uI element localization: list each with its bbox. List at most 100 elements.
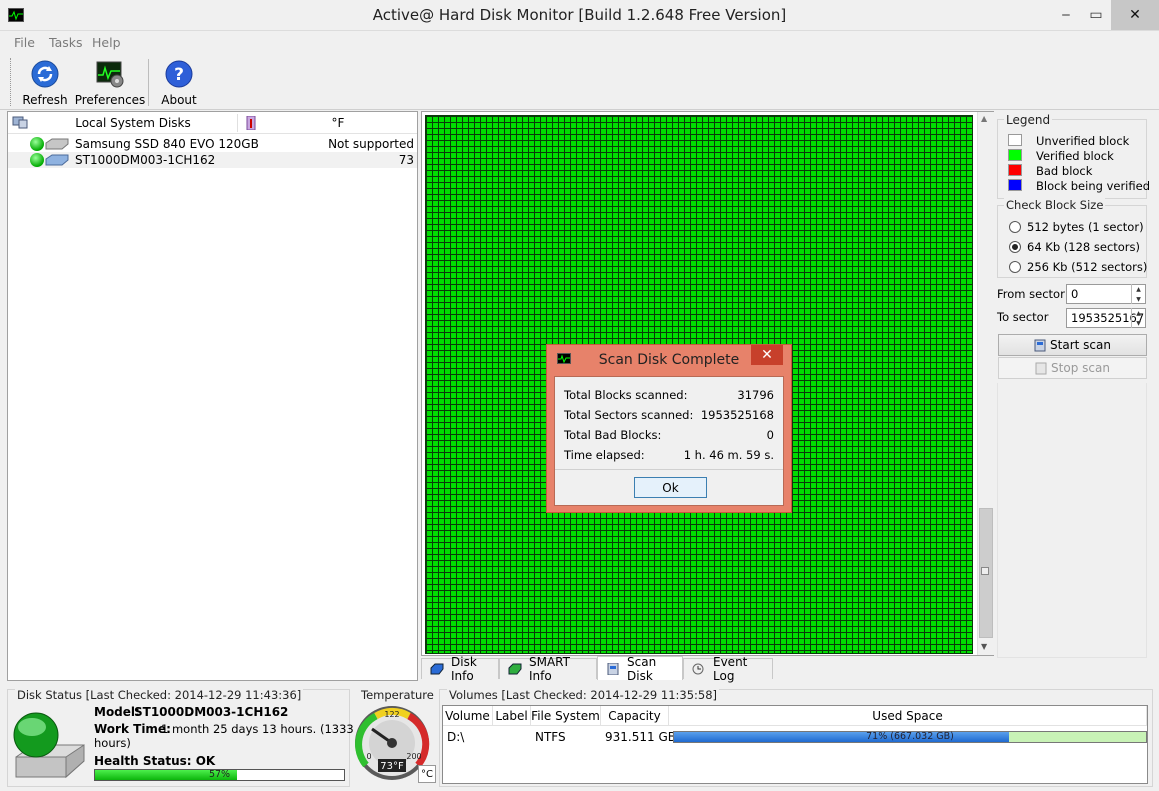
maximize-button[interactable]: ▭ [1081, 0, 1111, 30]
tab-smart-info[interactable]: SMART Info [499, 655, 597, 683]
toolbar: Refresh Preferences ? About [0, 53, 1159, 110]
tab-disk-info[interactable]: Disk Info [421, 655, 499, 683]
scan-options-panel: Legend Unverified block Verified block B… [995, 111, 1151, 658]
health-status: Health Status: OK [94, 754, 216, 768]
block-size-radio-64k[interactable] [1009, 241, 1021, 253]
legend-label: Bad block [1036, 164, 1093, 178]
col-capacity[interactable]: Capacity [601, 706, 669, 726]
temperature-title: Temperature [359, 688, 436, 702]
from-sector-label: From sector [997, 287, 1065, 301]
toolbar-separator [148, 59, 149, 106]
toolbar-grip [10, 58, 13, 106]
disk-row-selected[interactable]: ST1000DM003-1CH162 73 [8, 152, 417, 168]
stop-scan-icon [1035, 362, 1047, 375]
gauge-top-label: 122 [384, 710, 399, 719]
close-button[interactable]: ✕ [1111, 0, 1159, 30]
disk-list-header: Local System Disks °F [8, 112, 417, 134]
col-label[interactable]: Label [493, 706, 531, 726]
hard-disk-icon [44, 154, 70, 166]
scan-complete-dialog: Scan Disk Complete ✕ Total Blocks scanne… [546, 344, 792, 513]
volumes-table: Volume Label File System Capacity Used S… [442, 705, 1148, 784]
disk-name: ST1000DM003-1CH162 [75, 153, 216, 167]
dialog-title-bar: Scan Disk Complete ✕ [547, 345, 791, 375]
work-time-value: 1 month 25 days 13 hours. (1333 [161, 722, 354, 736]
refresh-button[interactable]: Refresh [20, 57, 70, 109]
dialog-close-button[interactable]: ✕ [751, 345, 783, 365]
menu-tasks[interactable]: Tasks [49, 35, 83, 50]
about-button[interactable]: ? About [156, 57, 202, 109]
stop-scan-button[interactable]: Stop scan [998, 357, 1147, 379]
to-sector-label: To sector [997, 310, 1049, 324]
disk-name: Samsung SSD 840 EVO 120GB [75, 137, 259, 151]
scroll-down-arrow[interactable]: ▼ [981, 642, 987, 651]
column-disk-name[interactable]: Local System Disks [32, 116, 234, 130]
legend-swatch-verifying [1008, 179, 1022, 191]
status-ok-icon [30, 137, 44, 151]
dialog-body: Total Blocks scanned: 31796 Total Sector… [554, 376, 784, 506]
scroll-up-arrow[interactable]: ▲ [981, 114, 987, 123]
used-space-bar: 71% (667.032 GB) [673, 731, 1147, 743]
block-size-option[interactable]: 64 Kb (128 sectors) [1027, 240, 1140, 254]
volumes-title: Volumes [Last Checked: 2014-12-29 11:35:… [447, 688, 720, 702]
col-volume[interactable]: Volume [443, 706, 493, 726]
disk-health-icon [10, 705, 88, 785]
refresh-icon [30, 59, 60, 89]
help-icon: ? [164, 59, 194, 89]
volume-row[interactable]: D:\ NTFS 931.511 GB 71% (667.032 GB) [443, 727, 1147, 744]
minimize-button[interactable]: ‒ [1051, 0, 1081, 30]
column-temperature[interactable]: °F [308, 116, 368, 130]
row-value: 0 [766, 428, 774, 442]
model-value: ST1000DM003-1CH162 [134, 705, 289, 719]
options-panel-frame [997, 383, 1147, 658]
work-time-value-cont: hours) [94, 736, 131, 750]
smart-info-icon [508, 663, 522, 675]
start-scan-button[interactable]: Start scan [998, 334, 1147, 356]
hard-disk-icon [44, 138, 70, 150]
legend-label: Block being verified [1036, 179, 1150, 193]
block-size-option[interactable]: 512 bytes (1 sector) [1027, 220, 1144, 234]
to-sector-input[interactable]: 1953525167 ▲ ▼ [1066, 308, 1146, 328]
tab-scan-disk[interactable]: Scan Disk [597, 655, 683, 683]
gauge-left-label: 0 [366, 752, 371, 761]
disk-row[interactable]: Samsung SSD 840 EVO 120GB Not supported [8, 136, 417, 152]
computer-icon [12, 116, 28, 129]
ok-button[interactable]: Ok [634, 477, 707, 498]
legend-label: Unverified block [1036, 134, 1130, 148]
work-time-label: Work Time: [94, 722, 171, 736]
col-file-system[interactable]: File System [531, 706, 601, 726]
unit-toggle-button[interactable]: °C [418, 765, 436, 783]
block-map-scrollbar[interactable]: ▲ ▼ [977, 112, 994, 655]
refresh-label: Refresh [22, 93, 68, 107]
gauge-right-label: 200 [406, 752, 421, 761]
to-sector-spinner[interactable]: ▲ ▼ [1131, 308, 1145, 328]
from-sector-input[interactable]: 0 ▲ ▼ [1066, 284, 1146, 304]
from-sector-spinner[interactable]: ▲ ▼ [1131, 284, 1145, 304]
scroll-grip [981, 567, 989, 575]
menu-file[interactable]: File [14, 35, 35, 50]
legend-swatch-verified [1008, 149, 1022, 161]
tab-event-log[interactable]: Event Log [683, 655, 773, 683]
health-progress-bar: 57% [94, 769, 345, 781]
thermometer-icon [246, 115, 256, 131]
preferences-button[interactable]: Preferences [74, 57, 146, 109]
col-used-space[interactable]: Used Space [669, 706, 1147, 726]
row-label: Total Bad Blocks: [564, 428, 662, 442]
menu-bar: File Tasks Help [0, 31, 1159, 53]
preferences-label: Preferences [74, 93, 146, 107]
legend-swatch-unverified [1008, 134, 1022, 146]
dialog-row-sectors: Total Sectors scanned: 1953525168 [564, 408, 774, 422]
tab-label: Disk Info [451, 655, 477, 683]
disk-temperature: Not supported [328, 137, 414, 151]
dialog-row-time: Time elapsed: 1 h. 46 m. 59 s. [564, 448, 774, 462]
block-size-radio-256k[interactable] [1009, 261, 1021, 273]
block-size-radio-512[interactable] [1009, 221, 1021, 233]
gauge-reading: 73°F [380, 761, 404, 772]
about-label: About [161, 93, 197, 107]
row-value: 1953525168 [700, 408, 774, 422]
svg-text:?: ? [174, 65, 184, 85]
start-scan-label: Start scan [1050, 338, 1111, 352]
block-size-option[interactable]: 256 Kb (512 sectors) [1027, 260, 1147, 274]
title-bar: Active@ Hard Disk Monitor [Build 1.2.648… [0, 0, 1159, 31]
capacity-cell: 931.511 GB [605, 730, 676, 744]
menu-help[interactable]: Help [92, 35, 121, 50]
